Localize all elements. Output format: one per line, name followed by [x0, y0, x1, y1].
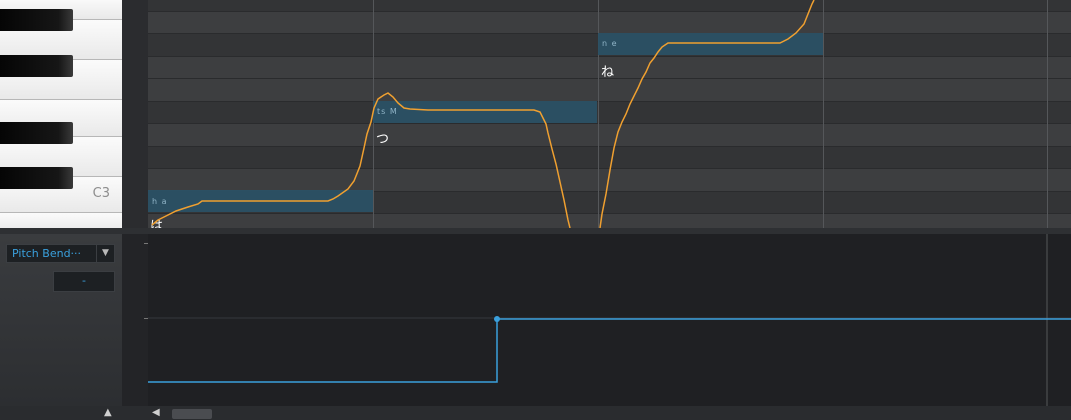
parameter-value-field[interactable]: -	[53, 271, 115, 292]
envelope-point[interactable]	[494, 316, 500, 322]
black-key[interactable]	[0, 122, 73, 144]
pitch-bend-lane[interactable]	[148, 234, 1071, 406]
piano-keyboard[interactable]: C3	[0, 0, 122, 228]
black-key[interactable]	[0, 9, 73, 31]
parameter-select[interactable]: Pitch Bend··· ▼	[6, 244, 115, 263]
black-key[interactable]	[0, 167, 73, 189]
parameter-select-label: Pitch Bend···	[12, 247, 82, 260]
c3-key-label: C3	[92, 186, 110, 201]
controller-lane-panel: Pitch Bend··· ▼ -	[0, 234, 122, 406]
chevron-down-icon[interactable]: ▼	[96, 245, 114, 262]
white-key[interactable]	[0, 213, 122, 228]
controller-lane-ruler	[122, 234, 148, 406]
note-editor-grid[interactable]: h a は ts M つ n e ね	[148, 0, 1071, 228]
pitch-curve[interactable]	[148, 0, 1071, 228]
bottom-scrollbar: ▲ ◀	[0, 406, 1071, 420]
scroll-left-arrow-icon[interactable]: ◀	[152, 407, 160, 418]
chevron-up-icon[interactable]: ▲	[104, 407, 112, 418]
scrollbar-thumb[interactable]	[172, 409, 212, 419]
black-key[interactable]	[0, 55, 73, 77]
pitch-bend-envelope[interactable]	[148, 234, 1071, 406]
keyboard-divider	[122, 0, 148, 228]
